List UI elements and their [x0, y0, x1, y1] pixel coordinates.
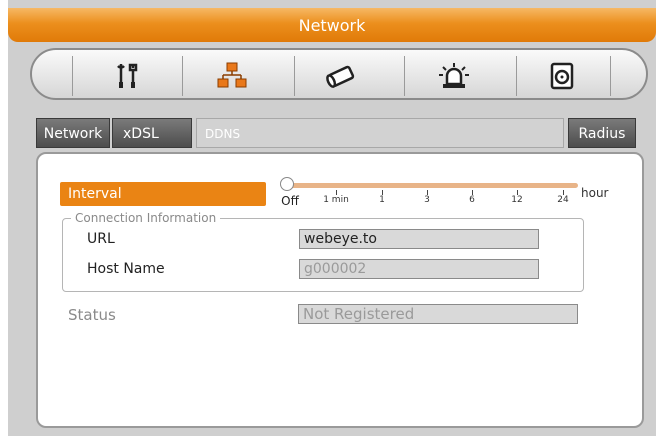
- host-name-label: Host Name: [87, 261, 165, 277]
- camera-button[interactable]: [322, 58, 362, 94]
- tools-icon: [117, 63, 138, 88]
- toolbar-separator: [182, 56, 183, 96]
- tick-label: 1: [379, 195, 385, 205]
- status-field: Not Registered: [298, 304, 578, 324]
- connection-info-legend: Connection Information: [71, 211, 221, 225]
- alarm-icon: [439, 63, 469, 88]
- tick-label: 24: [557, 195, 569, 205]
- unit-label: hour: [581, 186, 609, 200]
- tick-label: 1 min: [323, 195, 349, 205]
- tab-radius[interactable]: Radius: [568, 118, 636, 148]
- slider-track: [284, 183, 578, 188]
- host-name-field: g000002: [299, 259, 539, 279]
- url-label: URL: [87, 231, 115, 247]
- main-toolbar: [30, 48, 648, 100]
- camera-icon: [326, 65, 355, 88]
- url-field[interactable]: webeye.to: [299, 229, 539, 249]
- disk-icon: [550, 62, 574, 90]
- interval-slider[interactable]: Off 1 min 1 3 6 12 24: [278, 176, 598, 216]
- network-icon: [217, 62, 247, 88]
- ddns-panel: Interval Off 1 min 1 3 6 12 24 hour Conn…: [36, 152, 644, 428]
- tick-label-off: Off: [281, 194, 299, 208]
- toolbar-separator: [404, 56, 405, 96]
- title-bar: Network: [8, 8, 656, 42]
- tick-label: 12: [511, 195, 523, 205]
- toolbar-separator: [294, 56, 295, 96]
- tab-xdsl[interactable]: xDSL: [112, 118, 192, 148]
- tab-network[interactable]: Network: [36, 118, 110, 148]
- toolbar-separator: [72, 56, 73, 96]
- interval-label: Interval: [60, 182, 266, 206]
- tab-ddns[interactable]: DDNS: [196, 118, 564, 148]
- tick-label: 3: [424, 195, 430, 205]
- connection-info-group: Connection Information URL webeye.to Hos…: [62, 211, 584, 292]
- alarm-button[interactable]: [434, 58, 474, 94]
- status-label: Status: [68, 306, 116, 324]
- tab-bar: Network xDSL DDNS Radius: [36, 118, 656, 148]
- slider-handle[interactable]: [280, 177, 294, 191]
- window-title: Network: [298, 16, 366, 35]
- tick-label: 6: [469, 195, 475, 205]
- disk-button[interactable]: [542, 58, 582, 94]
- tools-button[interactable]: [108, 58, 148, 94]
- toolbar-separator: [610, 56, 611, 96]
- toolbar-separator: [516, 56, 517, 96]
- app-frame: Network Network xDSL DDNS Radius Interva…: [8, 0, 656, 436]
- network-button[interactable]: [212, 58, 252, 94]
